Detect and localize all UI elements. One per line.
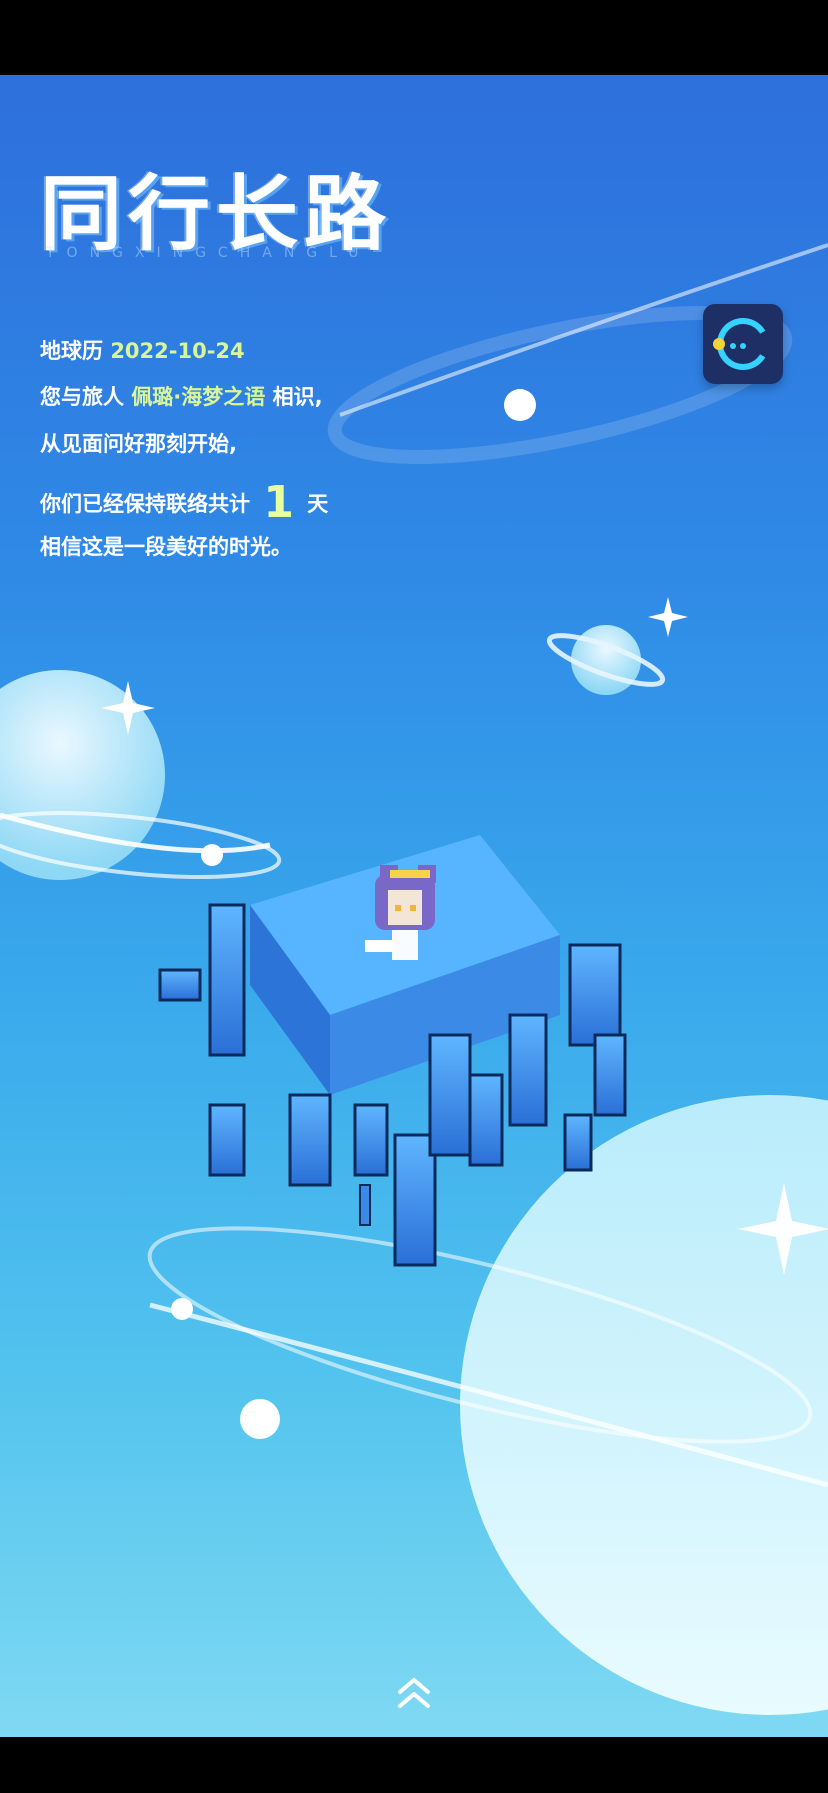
greeting-line: 从见面问好那刻开始,	[40, 432, 237, 456]
traveler-line: 您与旅人 佩璐·海梦之语 相识,	[40, 381, 323, 411]
left-planet	[0, 670, 165, 880]
top-black-bar	[0, 0, 828, 75]
traveler-suffix: 相识,	[272, 385, 323, 409]
bottom-black-bar	[0, 1737, 828, 1793]
date-prefix: 地球历	[40, 339, 103, 363]
traveler-prefix: 您与旅人	[40, 385, 124, 409]
double-chevron-up-icon[interactable]	[394, 1672, 434, 1712]
screen: 同行长路 TONGXINGCHANGLU 地球历 2022-10-24 您与旅人…	[0, 75, 828, 1737]
ringed-planet	[571, 625, 641, 695]
big-planet	[460, 1095, 828, 1715]
days-line: 你们已经保持联络共计 1 天	[40, 477, 328, 528]
sparkle-small	[648, 597, 688, 637]
page-subtitle: TONGXINGCHANGLU	[46, 245, 371, 261]
days-suffix: 天	[307, 492, 329, 516]
orbit-dot	[504, 389, 536, 421]
pacman-chat-icon[interactable]	[703, 304, 783, 384]
app-root: 同行长路 TONGXINGCHANGLU 地球历 2022-10-24 您与旅人…	[0, 0, 828, 1793]
meet-date: 2022-10-24	[110, 339, 245, 363]
days-prefix: 你们已经保持联络共计	[40, 492, 250, 516]
days-count: 1	[263, 477, 294, 528]
date-line: 地球历 2022-10-24	[40, 335, 245, 365]
closing-line: 相信这是一段美好的时光。	[40, 535, 292, 559]
traveler-name: 佩璐·海梦之语	[131, 385, 266, 409]
